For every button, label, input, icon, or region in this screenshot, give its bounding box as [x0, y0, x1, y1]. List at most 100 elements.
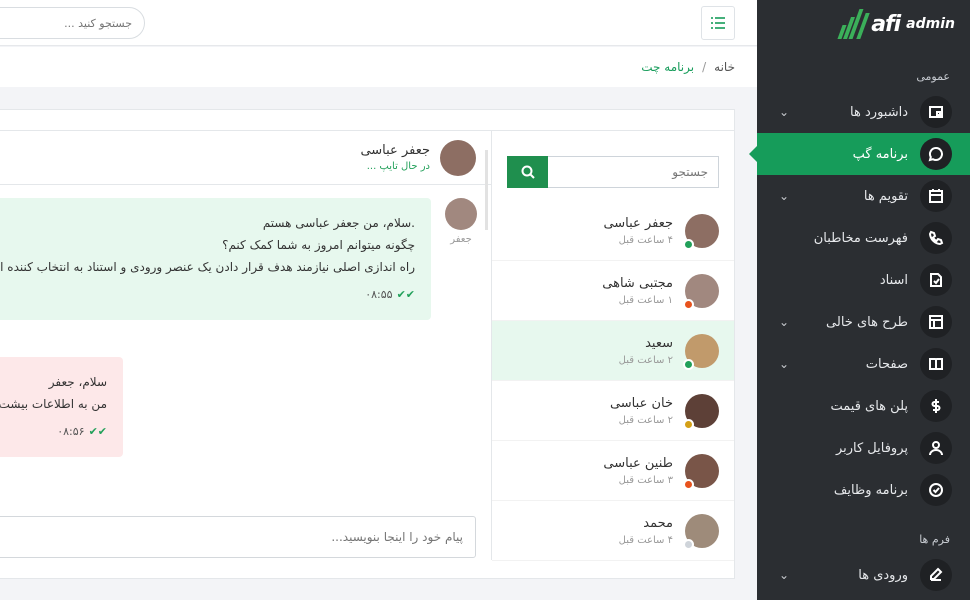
avatar [683, 453, 719, 490]
contact-name: خان عباسی [609, 395, 673, 411]
global-search-input[interactable] [0, 7, 145, 39]
message-bubble: سلام، جعفر من به اطلاعات بیشت ✔✔ ۰۸:۵۶ [0, 357, 123, 457]
contact-time: ۱ ساعت قبل [618, 294, 673, 306]
brand-suffix: admin [906, 16, 955, 32]
sidebar-item-blank-layouts[interactable]: طرح های خالی ⌄ [757, 301, 970, 343]
message-sender-label: جعفر [450, 234, 472, 245]
message-line: چگونه میتوانم امروز به شما کمک کنم؟ [222, 238, 415, 252]
contact-item-selected[interactable]: سعید ۲ ساعت قبل [492, 321, 734, 381]
chat-header-name: جعفر عباسی [360, 143, 430, 158]
contact-name: طنین عباسی [603, 455, 673, 471]
search-icon [521, 165, 535, 179]
online-status-dot [683, 358, 694, 370]
sidebar-item-user-profile[interactable]: پروفایل کاربر [757, 427, 970, 469]
message-line: سلام، جعفر [48, 375, 107, 389]
sidebar-item-label: پلن های قیمت [830, 398, 909, 414]
sidebar-item-label: پروفایل کاربر [835, 440, 908, 456]
sidebar-section-forms: فرم ها [919, 533, 950, 546]
chevron-down-icon: ⌄ [778, 189, 790, 203]
sidebar-item-calendars[interactable]: تقویم ها ⌄ [757, 175, 970, 217]
check-circle-icon [920, 474, 952, 506]
sidebar: afi admin عمومی داشبورد ها ⌄ برنامه گپ ت… [749, 0, 970, 600]
contact-item[interactable]: جعفر عباسی ۴ ساعت قبل [492, 201, 734, 261]
double-check-icon: ✔✔ [88, 425, 107, 438]
contact-list: جعفر عباسی ۴ ساعت قبل مجتبی شاهی ۱ ساعت قب… [492, 201, 734, 561]
avatar [683, 393, 719, 430]
message-input[interactable] [0, 516, 476, 558]
chat-icon [920, 138, 952, 170]
contact-time: ۲ ساعت قبل [618, 414, 673, 426]
typing-status: در حال تایپ ... [366, 161, 430, 172]
dashboard-icon [920, 96, 952, 128]
contact-search-button[interactable] [507, 156, 548, 188]
online-status-dot [683, 238, 694, 250]
list-icon [711, 17, 725, 29]
message-time: ۰۸:۵۶ [57, 425, 85, 438]
incoming-message: جعفر .سلام، من جعفر عباسی هستم چگونه میت… [0, 198, 491, 320]
sidebar-item-pricing[interactable]: پلن های قیمت [757, 385, 970, 427]
breadcrumb: خانه / برنامه چت [0, 47, 757, 87]
contact-item[interactable]: محمد ۴ ساعت قبل [492, 501, 734, 561]
offline-status-dot [683, 538, 694, 550]
contact-item[interactable]: مجتبی شاهی ۱ ساعت قبل [492, 261, 734, 321]
sidebar-item-label: فهرست مخاطبان [813, 230, 908, 246]
chat-header: جعفر عباسی در حال تایپ ... [0, 130, 491, 185]
book-icon [920, 348, 952, 380]
contact-time: ۴ ساعت قبل [618, 534, 673, 546]
top-navbar [0, 0, 757, 46]
sidebar-item-inputs[interactable]: ورودی ها ⌄ [757, 554, 970, 596]
contact-item[interactable]: خان عباسی ۲ ساعت قبل [492, 381, 734, 441]
breadcrumb-current: برنامه چت [641, 60, 695, 74]
contacts-panel: جعفر عباسی ۴ ساعت قبل مجتبی شاهی ۱ ساعت قب… [491, 130, 734, 561]
message-bubble: .سلام، من جعفر عباسی هستم چگونه میتوانم … [0, 198, 431, 320]
contact-name: محمد [643, 515, 673, 531]
chevron-down-icon: ⌄ [778, 568, 790, 582]
calendar-icon [920, 180, 952, 212]
sidebar-item-label: ورودی ها [858, 567, 908, 583]
dollar-icon [920, 390, 952, 422]
message-line: .سلام، من جعفر عباسی هستم [262, 216, 415, 230]
contact-search [507, 156, 719, 188]
message-line: من به اطلاعات بیشت [0, 397, 107, 411]
sidebar-item-documents[interactable]: اسناد [757, 259, 970, 301]
sidebar-item-dashboards[interactable]: داشبورد ها ⌄ [757, 91, 970, 133]
breadcrumb-separator: / [702, 60, 707, 74]
contact-name: سعید [645, 335, 673, 351]
sidebar-item-pages[interactable]: صفحات ⌄ [757, 343, 970, 385]
sidebar-item-label: برنامه گپ [852, 146, 908, 162]
outgoing-message: سلام، جعفر من به اطلاعات بیشت ✔✔ ۰۸:۵۶ [0, 357, 123, 457]
sidebar-item-contacts[interactable]: فهرست مخاطبان [757, 217, 970, 259]
sidebar-item-label: برنامه وظایف [833, 482, 908, 498]
chat-header-avatar [440, 139, 476, 176]
messages-area: جعفر .سلام، من جعفر عباسی هستم چگونه میت… [0, 186, 491, 496]
contact-name: جعفر عباسی [603, 215, 673, 231]
document-icon [920, 264, 952, 296]
busy-status-dot [683, 478, 694, 490]
chevron-down-icon: ⌄ [778, 315, 790, 329]
layout-icon [920, 306, 952, 338]
logo-mark [837, 9, 870, 39]
contact-time: ۳ ساعت قبل [618, 474, 673, 486]
brand-logo[interactable]: afi admin [757, 0, 970, 48]
contact-item[interactable]: طنین عباسی ۳ ساعت قبل [492, 441, 734, 501]
chevron-down-icon: ⌄ [778, 357, 790, 371]
sidebar-item-label: تقویم ها [863, 188, 908, 204]
double-check-icon: ✔✔ [396, 288, 415, 301]
message-line: راه اندازی اصلی نیازمند هدف قرار دادن یک… [0, 260, 415, 274]
brand-name: afi [871, 11, 901, 37]
contact-search-input[interactable] [548, 156, 719, 188]
avatar [683, 513, 719, 550]
sidebar-item-chat[interactable]: برنامه گپ [749, 133, 970, 175]
sidebar-item-tasks[interactable]: برنامه وظایف [757, 469, 970, 511]
busy-status-dot [683, 298, 694, 310]
chevron-down-icon: ⌄ [778, 105, 790, 119]
phone-icon [920, 222, 952, 254]
edit-icon [920, 559, 952, 591]
breadcrumb-home-link[interactable]: خانه [714, 60, 735, 74]
away-status-dot [683, 418, 694, 430]
menu-toggle-button[interactable] [701, 6, 735, 40]
sidebar-item-label: طرح های خالی [826, 314, 908, 330]
user-icon [920, 432, 952, 464]
message-avatar [445, 198, 477, 230]
avatar [683, 273, 719, 310]
